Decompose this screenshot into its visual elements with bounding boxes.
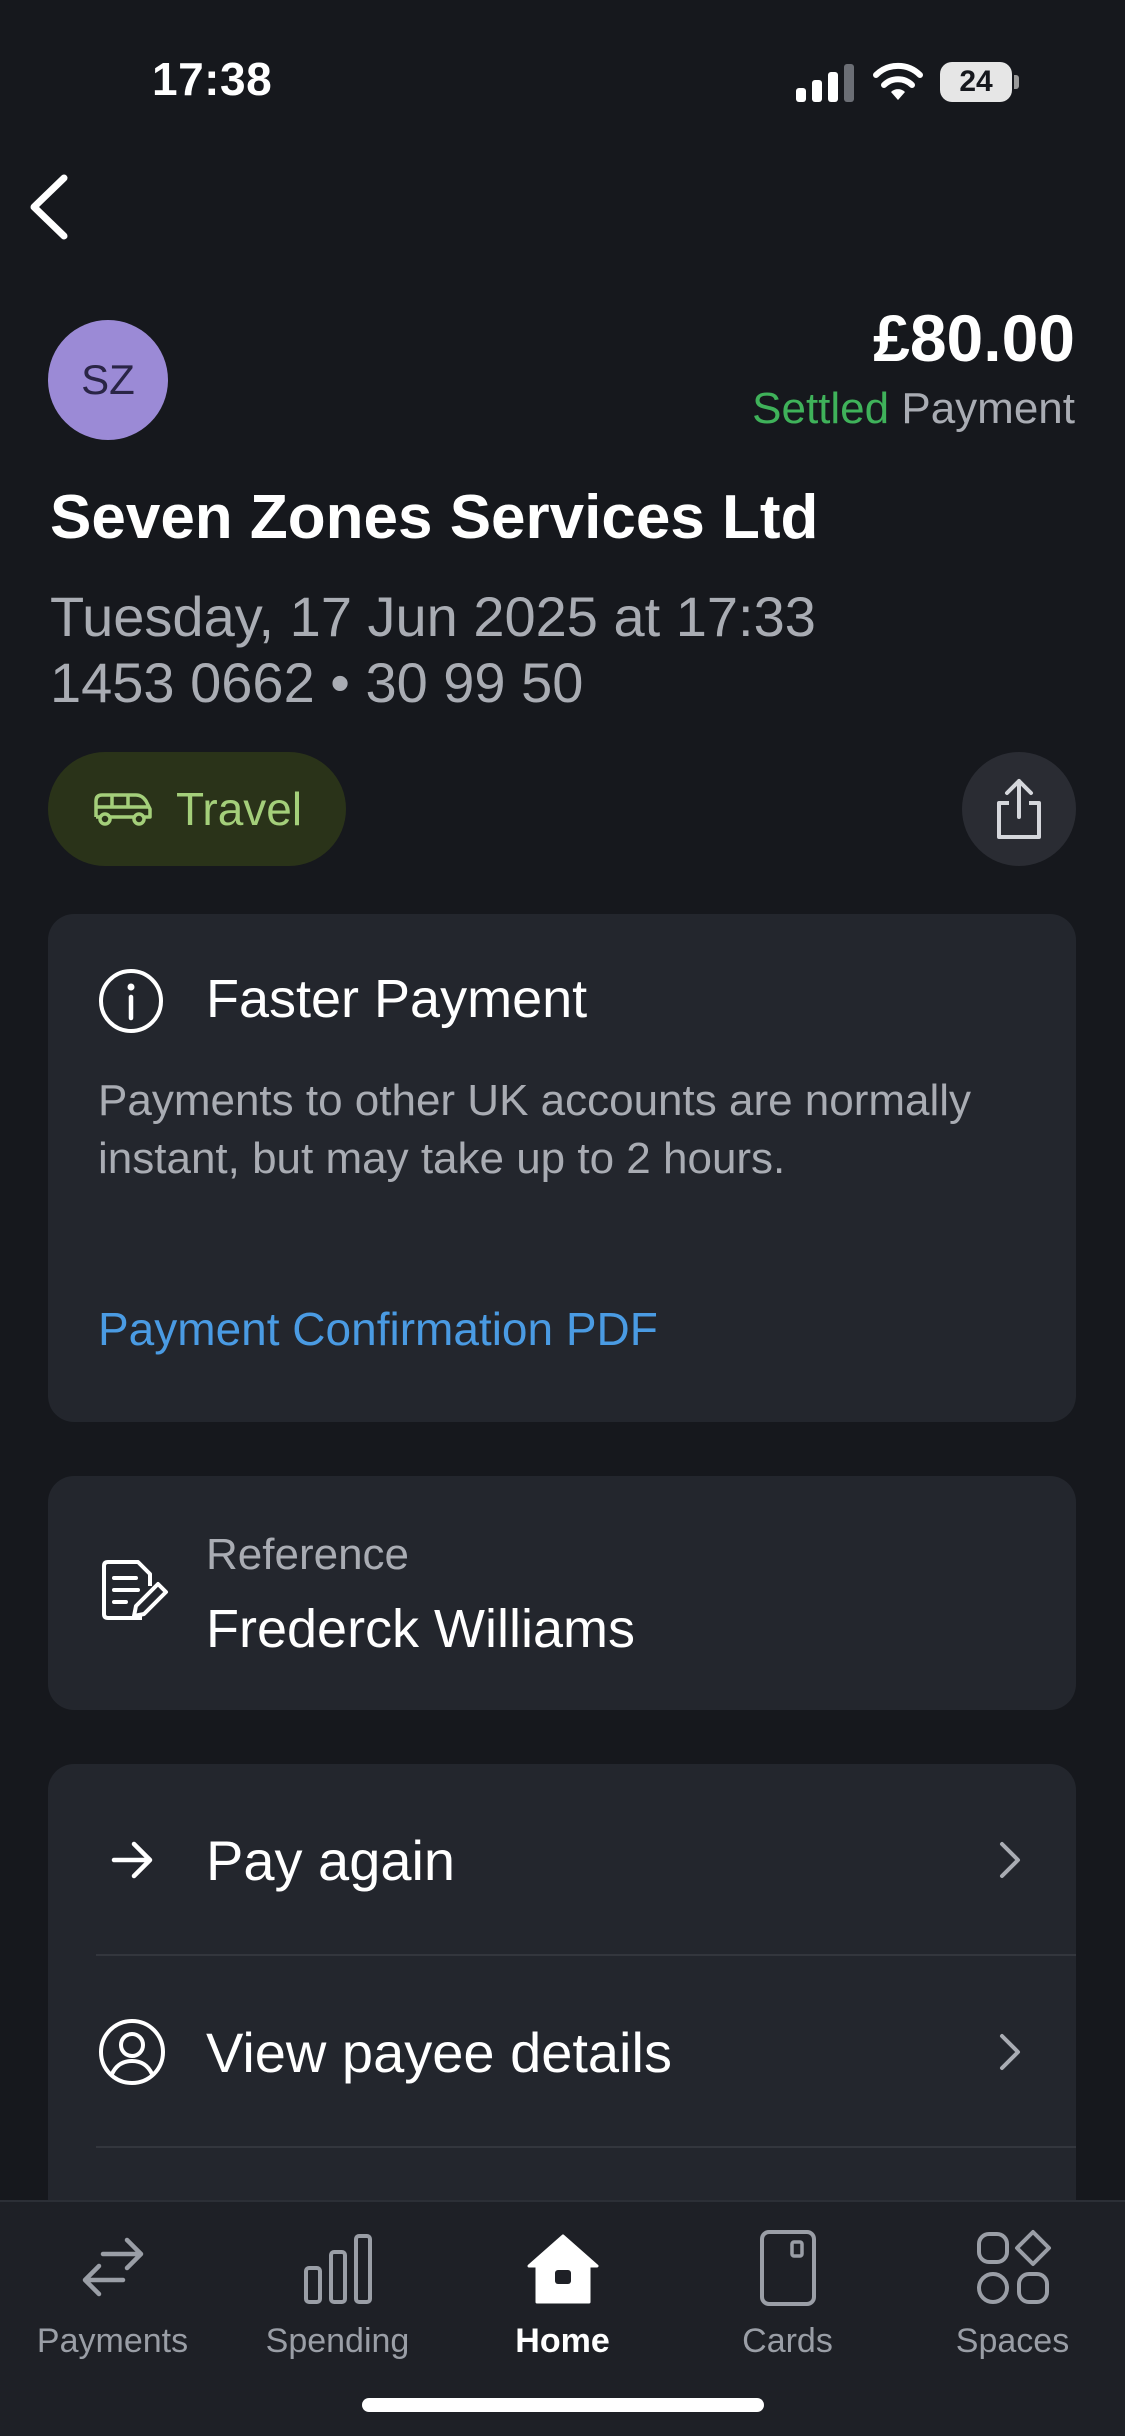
share-button[interactable]	[962, 752, 1076, 866]
chevron-right-icon	[1000, 1842, 1020, 1878]
reference-label: Reference	[206, 1530, 410, 1579]
wifi-icon	[873, 62, 923, 100]
reference-value: Frederck Williams	[206, 1599, 636, 1659]
tab-spending[interactable]: Spending	[225, 2224, 450, 2374]
payment-type: Payment	[901, 384, 1075, 433]
transaction-datetime: Tuesday, 17 Jun 2025 at 17:33	[50, 585, 816, 648]
pay-again-row[interactable]: Pay again	[48, 1764, 1076, 1956]
view-payee-details-label: View payee details	[206, 2021, 672, 2084]
category-label: Travel	[176, 783, 303, 835]
category-chip[interactable]: Travel	[48, 752, 346, 866]
back-chevron-icon[interactable]	[22, 168, 82, 246]
transaction-amount: £80.00	[873, 301, 1075, 375]
tab-cards[interactable]: Cards	[675, 2224, 900, 2374]
chevron-right-icon	[1000, 2034, 1020, 2070]
view-payee-details-row[interactable]: View payee details	[48, 1956, 1076, 2148]
reference-card	[48, 1476, 1076, 1710]
payment-confirmation-pdf-link[interactable]: Payment Confirmation PDF	[98, 1302, 658, 1356]
home-icon	[527, 2234, 598, 2304]
bar-chart-icon	[303, 2234, 372, 2304]
transaction-status-line: Settled Payment	[752, 384, 1075, 434]
battery-level: 24	[940, 62, 1012, 102]
share-icon	[997, 779, 1041, 839]
note-edit-icon	[102, 1560, 168, 1620]
tab-spaces[interactable]: Spaces	[900, 2224, 1125, 2374]
merchant-name: Seven Zones Services Ltd	[50, 483, 819, 552]
tab-payments-label: Payments	[36, 2322, 189, 2360]
divider	[96, 2146, 1076, 2148]
info-icon	[99, 969, 163, 1033]
spaces-grid-icon	[976, 2230, 1051, 2304]
tab-home-label: Home	[515, 2322, 610, 2360]
tab-payments[interactable]: Payments	[0, 2224, 225, 2374]
status-time: 17:38	[152, 53, 273, 105]
status-settled: Settled	[752, 384, 890, 433]
transfer-arrows-icon	[82, 2237, 143, 2297]
tab-spaces-label: Spaces	[955, 2322, 1070, 2360]
tab-home[interactable]: Home	[450, 2224, 675, 2374]
account-info: 1453 0662 • 30 99 50	[50, 651, 584, 714]
tab-spending-label: Spending	[265, 2322, 410, 2360]
pay-again-label: Pay again	[206, 1829, 456, 1892]
tab-cards-label: Cards	[742, 2322, 833, 2360]
user-circle-icon	[99, 2019, 165, 2085]
card-icon	[759, 2230, 816, 2306]
home-indicator[interactable]	[362, 2398, 764, 2412]
info-card-body: Payments to other UK accounts are normal…	[98, 1076, 972, 1183]
arrow-right-icon	[111, 1841, 153, 1879]
avatar: SZ	[48, 320, 168, 440]
info-card-title: Faster Payment	[206, 969, 588, 1029]
van-icon	[94, 793, 152, 826]
cellular-signal-icon	[796, 64, 854, 102]
battery-icon: 24	[940, 62, 1020, 102]
